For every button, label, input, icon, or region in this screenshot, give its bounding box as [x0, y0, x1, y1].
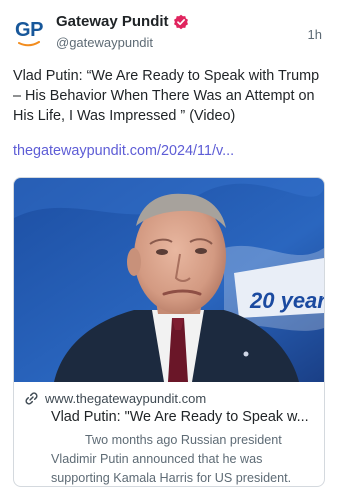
display-name[interactable]: Gateway Pundit: [56, 13, 169, 30]
card-description: Two months ago Russian president Vladimi…: [51, 433, 292, 485]
card-domain: www.thegatewaypundit.com: [45, 391, 207, 406]
card-title[interactable]: Vlad Putin: "We Are Ready to Speak w...: [51, 409, 316, 425]
link-icon: [25, 392, 38, 405]
verified-badge-icon: [173, 14, 188, 29]
author-name-row: Gateway Pundit: [56, 13, 189, 30]
image-overlay-text: 20 years: [249, 288, 324, 313]
handle[interactable]: @gatewaypundit: [56, 35, 153, 50]
card-domain-row: www.thegatewaypundit.com: [24, 391, 206, 406]
post-link[interactable]: thegatewaypundit.com/2024/11/v...: [13, 143, 234, 159]
post[interactable]: GP Gateway Pundit @gatewaypundit 1h Vlad…: [0, 0, 338, 500]
avatar[interactable]: GP: [12, 16, 46, 50]
link-preview-card[interactable]: 20 years: [13, 177, 325, 487]
avatar-swoosh-icon: [18, 40, 40, 46]
timestamp[interactable]: 1h: [308, 27, 322, 42]
card-image[interactable]: 20 years: [14, 178, 324, 382]
card-meta[interactable]: www.thegatewaypundit.com Vlad Putin: "We…: [14, 382, 324, 486]
post-text: Vlad Putin: “We Are Ready to Speak with …: [13, 68, 320, 124]
avatar-logo-text: GP: [15, 18, 43, 41]
